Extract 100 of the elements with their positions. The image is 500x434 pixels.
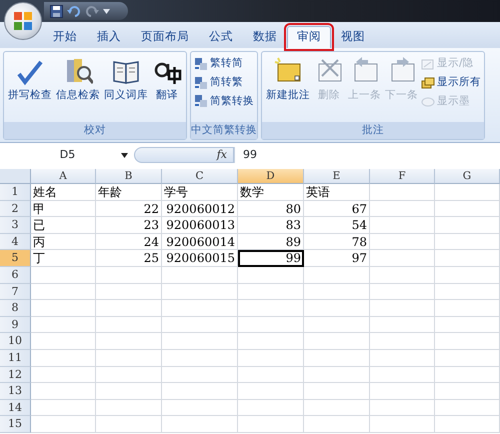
empty-cell[interactable]	[435, 284, 500, 300]
empty-cell[interactable]	[435, 366, 500, 384]
empty-cell[interactable]	[304, 366, 370, 384]
ribbon-tab[interactable]: 插入	[87, 26, 131, 48]
table-cell[interactable]: 25	[96, 250, 162, 267]
empty-cell[interactable]	[96, 266, 162, 284]
table-cell[interactable]: 78	[304, 234, 370, 250]
empty-cell[interactable]	[96, 400, 162, 416]
table-cell[interactable]: 920060013	[162, 217, 238, 234]
undo-icon[interactable]	[67, 5, 81, 17]
empty-cell[interactable]	[370, 250, 435, 267]
empty-cell[interactable]	[238, 350, 304, 367]
empty-cell[interactable]	[304, 316, 370, 334]
empty-cell[interactable]	[370, 266, 435, 284]
column-header[interactable]: E	[304, 169, 370, 184]
table-cell[interactable]: 姓名	[31, 184, 96, 201]
row-header[interactable]: 8	[0, 300, 31, 317]
row-header[interactable]: 14	[0, 400, 31, 416]
table-cell[interactable]: 英语	[304, 184, 370, 201]
empty-cell[interactable]	[370, 234, 435, 250]
empty-cell[interactable]	[238, 400, 304, 416]
empty-cell[interactable]	[96, 284, 162, 300]
row-header[interactable]: 12	[0, 366, 31, 384]
empty-cell[interactable]	[370, 366, 435, 384]
ribbon-tab[interactable]: 审阅	[287, 26, 331, 48]
ribbon-button[interactable]: 简转繁	[194, 74, 254, 90]
table-cell[interactable]: 年龄	[96, 184, 162, 201]
column-header[interactable]: B	[96, 169, 162, 184]
empty-cell[interactable]	[435, 266, 500, 284]
ribbon-tab[interactable]: 页面布局	[131, 26, 199, 48]
empty-cell[interactable]	[435, 333, 500, 350]
row-header[interactable]: 9	[0, 316, 31, 334]
empty-cell[interactable]	[162, 316, 238, 334]
empty-cell[interactable]	[435, 200, 500, 218]
empty-cell[interactable]	[162, 350, 238, 367]
empty-cell[interactable]	[435, 184, 500, 201]
empty-cell[interactable]	[96, 333, 162, 350]
empty-cell[interactable]	[370, 350, 435, 367]
table-cell[interactable]: 920060014	[162, 234, 238, 250]
table-cell[interactable]: 已	[31, 217, 96, 234]
row-header[interactable]: 3	[0, 217, 31, 234]
table-cell[interactable]: 97	[304, 250, 370, 267]
table-cell[interactable]: 丙	[31, 234, 96, 250]
empty-cell[interactable]	[162, 284, 238, 300]
ribbon-button[interactable]: 信息检索	[55, 54, 101, 120]
empty-cell[interactable]	[96, 300, 162, 317]
empty-cell[interactable]	[162, 416, 238, 433]
empty-cell[interactable]	[96, 350, 162, 367]
empty-cell[interactable]	[435, 350, 500, 367]
table-cell[interactable]: 99	[238, 250, 304, 267]
empty-cell[interactable]	[162, 300, 238, 317]
empty-cell[interactable]	[304, 416, 370, 433]
row-header[interactable]: 7	[0, 284, 31, 300]
empty-cell[interactable]	[96, 366, 162, 384]
ribbon-button[interactable]: 新建批注	[265, 54, 311, 120]
ribbon-button[interactable]: 翻译	[151, 54, 183, 120]
empty-cell[interactable]	[370, 200, 435, 218]
table-cell[interactable]: 24	[96, 234, 162, 250]
empty-cell[interactable]	[370, 284, 435, 300]
table-cell[interactable]: 23	[96, 217, 162, 234]
table-cell[interactable]: 920060015	[162, 250, 238, 267]
save-icon[interactable]	[50, 4, 63, 18]
empty-cell[interactable]	[435, 217, 500, 234]
empty-cell[interactable]	[370, 316, 435, 334]
empty-cell[interactable]	[238, 366, 304, 384]
name-box[interactable]: D5	[0, 146, 115, 164]
empty-cell[interactable]	[238, 333, 304, 350]
select-all-corner[interactable]	[0, 169, 31, 184]
row-header[interactable]: 6	[0, 266, 31, 284]
empty-cell[interactable]	[304, 333, 370, 350]
empty-cell[interactable]	[304, 383, 370, 400]
ribbon-button[interactable]: 同义词库	[103, 54, 149, 120]
empty-cell[interactable]	[370, 217, 435, 234]
row-header[interactable]: 5	[0, 250, 31, 267]
empty-cell[interactable]	[304, 350, 370, 367]
row-header[interactable]: 10	[0, 333, 31, 350]
column-header[interactable]: D	[238, 169, 304, 184]
empty-cell[interactable]	[370, 184, 435, 201]
ribbon-tab[interactable]: 视图	[331, 26, 375, 48]
empty-cell[interactable]	[238, 284, 304, 300]
formula-field[interactable]: 99	[234, 146, 500, 164]
empty-cell[interactable]	[162, 266, 238, 284]
empty-cell[interactable]	[435, 300, 500, 317]
ribbon-button[interactable]: 繁转简	[194, 56, 254, 72]
empty-cell[interactable]	[162, 366, 238, 384]
empty-cell[interactable]	[96, 383, 162, 400]
insert-function-button[interactable]: fx	[216, 146, 227, 164]
ribbon-tab[interactable]: 数据	[243, 26, 287, 48]
empty-cell[interactable]	[304, 300, 370, 317]
empty-cell[interactable]	[162, 383, 238, 400]
ribbon-button[interactable]: 拼写检查	[7, 54, 53, 120]
redo-icon[interactable]	[85, 5, 99, 17]
empty-cell[interactable]	[435, 250, 500, 267]
empty-cell[interactable]	[238, 300, 304, 317]
office-button[interactable]	[4, 2, 42, 40]
table-cell[interactable]: 数学	[238, 184, 304, 201]
empty-cell[interactable]	[370, 300, 435, 317]
empty-cell[interactable]	[370, 400, 435, 416]
empty-cell[interactable]	[435, 400, 500, 416]
empty-cell[interactable]	[304, 266, 370, 284]
